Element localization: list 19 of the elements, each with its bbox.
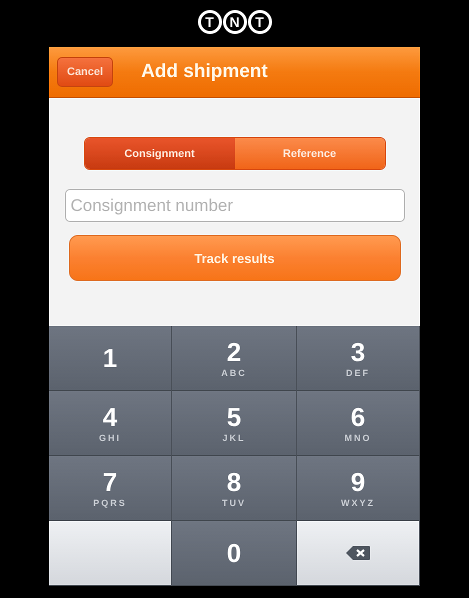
logo-letter: T <box>198 10 222 34</box>
segment-tab[interactable]: Consignment <box>84 138 234 169</box>
logo-letter: T <box>248 10 272 34</box>
keypad-key[interactable]: 7 PQRS <box>49 456 172 521</box>
keypad-key[interactable]: 1 <box>49 326 172 391</box>
keypad-key[interactable]: 5 JKL <box>172 391 297 456</box>
keypad-key[interactable]: 9 WXYZ <box>297 456 420 521</box>
keypad-key[interactable]: 4 GHI <box>49 391 172 456</box>
backspace-icon <box>345 545 371 561</box>
consignment-field[interactable]: Consignment number <box>64 189 404 222</box>
cancel-button[interactable]: Cancel <box>57 57 114 87</box>
nav-title: Add shipment <box>141 61 268 83</box>
keypad-key[interactable]: 0 <box>172 521 297 586</box>
keypad-key[interactable]: 3 DEF <box>297 326 420 391</box>
keypad-key[interactable]: 6 MNO <box>297 391 420 456</box>
logo-letter: N <box>222 10 246 34</box>
delete-key[interactable] <box>297 521 420 586</box>
keypad-key[interactable]: 8 TUV <box>172 456 297 521</box>
keypad-key[interactable]: 2 ABC <box>172 326 297 391</box>
